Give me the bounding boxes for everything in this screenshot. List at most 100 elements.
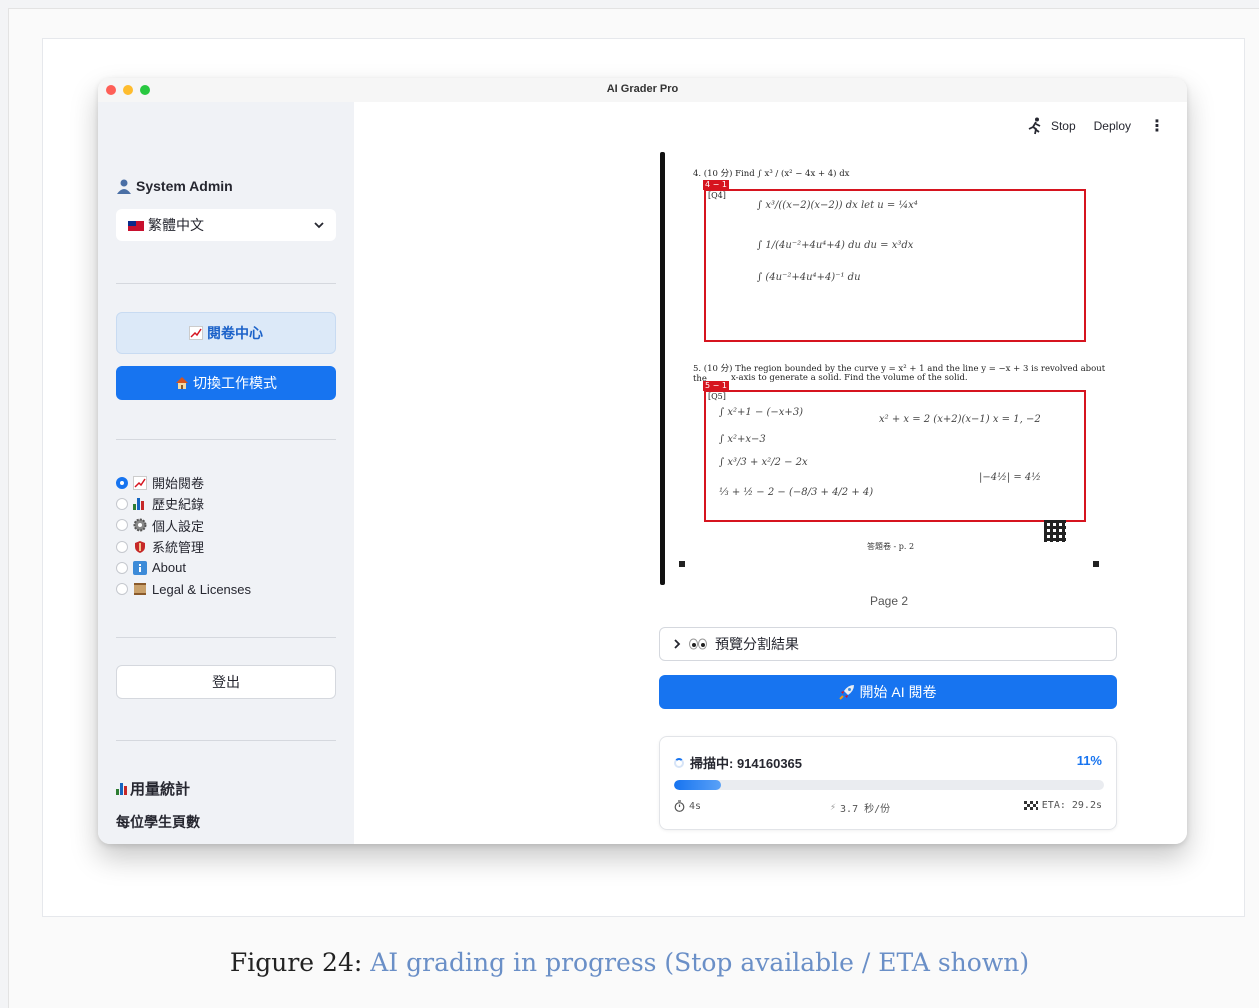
divider (116, 439, 336, 440)
registration-mark (1093, 561, 1099, 567)
handwriting-line: ⅓ + ½ − 2 − (−8/3 + 4/2 + 4) (719, 487, 874, 498)
usage-title: 用量統計 (116, 778, 190, 799)
radio-button[interactable] (116, 561, 128, 574)
radio-button[interactable] (116, 583, 128, 596)
switch-mode-button[interactable]: 切換工作模式 (116, 366, 336, 400)
deploy-button[interactable]: Deploy (1094, 119, 1131, 133)
checkered-flag-icon (1023, 800, 1038, 811)
qr-code-image (1044, 520, 1066, 542)
handwriting-line: ∫ x²+x−3 (719, 434, 766, 445)
question-4-text: 4. (10 分) Find ∫ x³ / (x² − 4x + 4) dx (693, 169, 850, 179)
handwriting-line: ∫ (4u⁻²+4u⁴+4)⁻¹ du (757, 272, 861, 283)
radio-button[interactable] (116, 476, 128, 489)
app-window: AI Grader Pro System Admin 繁體中文 閱卷中心 切換工… (98, 78, 1187, 844)
running-person-icon (1028, 117, 1041, 135)
handwriting-line: x² + x = 2 (x+2)(x−1) x = 1, −2 (879, 414, 1041, 425)
figure-caption: Figure 24: AI grading in progress (Stop … (0, 948, 1259, 977)
sheet-footer: 答題卷 - p. 2 (867, 542, 915, 551)
handwriting-line: |−4½| = 4½ (979, 472, 1041, 483)
radio-system-admin[interactable]: 系統管理 (116, 536, 251, 557)
eyes-icon (689, 638, 707, 650)
chevron-right-icon (674, 639, 681, 649)
page-label: Page 2 (869, 594, 909, 608)
user-icon (117, 179, 131, 194)
nav-grading-center-label: 閱卷中心 (207, 325, 263, 341)
house-icon (176, 377, 188, 389)
handwriting-line: ∫ x³/((x−2)(x−2)) dx let u = ¼x⁴ (757, 200, 918, 211)
question-5-label: [Q5] (708, 392, 726, 401)
user-info: System Admin (116, 178, 233, 194)
sidebar: System Admin 繁體中文 閱卷中心 切換工作模式 開始閱卷 歷史紀錄 … (98, 102, 354, 844)
progress-bar-fill (674, 780, 722, 790)
stopwatch-icon (674, 800, 685, 812)
progress-percent: 11% (1076, 753, 1102, 768)
title-bar: AI Grader Pro (98, 78, 1187, 103)
chevron-down-icon (314, 221, 324, 228)
taiwan-flag-icon (128, 221, 144, 232)
divider (116, 740, 336, 741)
divider (116, 637, 336, 638)
radio-button[interactable] (116, 497, 128, 510)
page-radio-group: 開始閱卷 歷史紀錄 個人設定 系統管理 About Legal & Licens… (116, 472, 251, 600)
radio-history[interactable]: 歷史紀錄 (116, 493, 251, 514)
top-toolbar: Stop Deploy ⋮ (1027, 116, 1165, 136)
radio-legal[interactable]: Legal & Licenses (116, 578, 251, 599)
radio-label: 歷史紀錄 (152, 497, 205, 513)
handwriting-line: ∫ x²+1 − (−x+3) (719, 407, 804, 418)
shield-icon (135, 540, 145, 553)
radio-start-grading[interactable]: 開始閱卷 (116, 472, 251, 493)
elapsed-time-value: 4s (689, 800, 702, 812)
grading-speed: ⚡ 3.7 秒/份 (830, 800, 890, 815)
more-menu-icon[interactable]: ⋮ (1149, 116, 1165, 136)
nav-grading-center[interactable]: 閱卷中心 (116, 312, 336, 354)
handwriting-line: ∫ 1/(4u⁻²+4u⁴+4) du du = x³dx (757, 240, 914, 251)
preview-segmentation-expander[interactable]: 預覽分割結果 (659, 627, 1117, 661)
start-button-label: 開始 AI 閱卷 (859, 684, 937, 700)
radio-about[interactable]: About (116, 557, 251, 578)
spinner-icon (674, 757, 684, 768)
radio-label: 開始閱卷 (152, 476, 205, 492)
eta-value: ETA: 29.2s (1041, 800, 1102, 811)
caption-text: AI grading in progress (Stop available /… (370, 948, 1030, 977)
elapsed-time: 4s (674, 800, 701, 812)
question-4-label: [Q4] (708, 191, 726, 200)
radio-personal-settings[interactable]: 個人設定 (116, 515, 251, 536)
grading-speed-value: 3.7 秒/份 (840, 804, 891, 815)
lightning-icon: ⚡ (830, 802, 837, 813)
question-5-text-continued: x-axis to generate a solid. Find the vol… (731, 373, 968, 383)
rocket-icon (839, 685, 855, 700)
expander-label: 預覽分割結果 (715, 636, 799, 652)
stop-button[interactable]: Stop (1051, 119, 1076, 133)
radio-button[interactable] (116, 519, 128, 532)
radio-button[interactable] (116, 540, 128, 553)
language-value: 繁體中文 (148, 217, 204, 233)
handwriting-line: ∫ x³/3 + x²/2 − 2x (719, 457, 808, 468)
user-name: System Admin (136, 178, 233, 194)
radio-label: 系統管理 (152, 540, 205, 556)
bar-chart-icon (116, 782, 127, 795)
grading-progress-card: 掃描中: 914160365 11% 4s ⚡ 3.7 秒/份 ETA: 29.… (659, 736, 1117, 830)
window-title: AI Grader Pro (606, 83, 679, 95)
eta: ETA: 29.2s (1023, 800, 1102, 811)
gear-icon (133, 518, 147, 532)
progress-status: 掃描中: 914160365 (674, 753, 802, 772)
bar-chart-icon (133, 497, 144, 511)
scroll-icon (134, 583, 146, 596)
language-select[interactable]: 繁體中文 (116, 209, 336, 241)
radio-label: 個人設定 (152, 518, 205, 534)
sheet-spine (660, 152, 665, 585)
usage-subtitle: 每位學生頁數 (116, 814, 200, 830)
logout-button[interactable]: 登出 (116, 665, 336, 699)
chart-up-icon (189, 326, 203, 340)
info-icon (133, 560, 147, 575)
progress-status-text: 掃描中: 914160365 (690, 756, 803, 771)
caption-label: Figure 24: (229, 948, 363, 977)
stop-control[interactable]: Stop (1027, 117, 1076, 135)
segment-box-q4 (704, 189, 1086, 342)
start-ai-grading-button[interactable]: 開始 AI 閱卷 (659, 675, 1117, 709)
progress-bar (674, 780, 1104, 790)
radio-label: About (152, 560, 186, 576)
divider (116, 283, 336, 284)
switch-mode-label: 切換工作模式 (193, 375, 277, 391)
registration-mark (679, 561, 685, 567)
